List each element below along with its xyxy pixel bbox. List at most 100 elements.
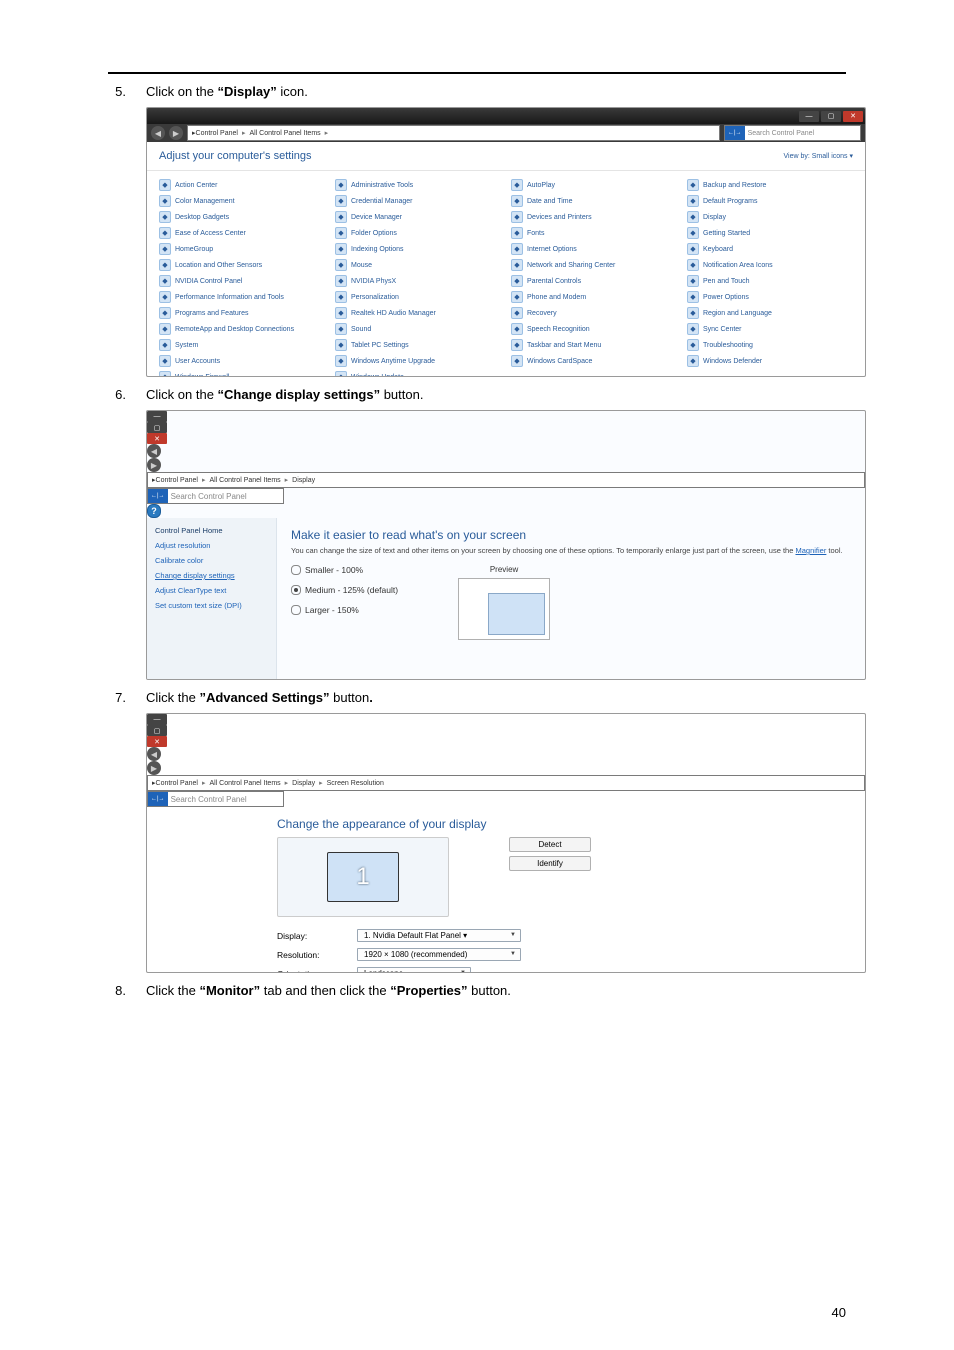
magnifier-link[interactable]: Magnifier xyxy=(795,546,826,555)
dp-sidebar: Control Panel Home Adjust resolution Cal… xyxy=(147,518,277,680)
cp-item[interactable]: ◆Programs and Features xyxy=(159,307,325,319)
cp-item[interactable]: ◆Indexing Options xyxy=(335,243,501,255)
breadcrumb[interactable]: ▸ Control Panel▸ All Control Panel Items… xyxy=(147,472,865,488)
dp-desc: You can change the size of text and othe… xyxy=(291,546,851,555)
cp-item-label: Parental Controls xyxy=(527,278,581,285)
search-input[interactable]: ←|→ Search Control Panel xyxy=(724,125,861,141)
cp-item[interactable]: ◆Administrative Tools xyxy=(335,179,501,191)
cp-item[interactable]: ◆HomeGroup xyxy=(159,243,325,255)
search-input[interactable]: ←|→ Search Control Panel xyxy=(147,791,284,807)
window-max-button[interactable]: ▢ xyxy=(147,422,167,433)
cp-item[interactable]: ◆Color Management xyxy=(159,195,325,207)
cp-item[interactable]: ◆Ease of Access Center xyxy=(159,227,325,239)
cp-item[interactable]: ◆Desktop Gadgets xyxy=(159,211,325,223)
cp-item[interactable]: ◆Getting Started xyxy=(687,227,853,239)
cp-item[interactable]: ◆NVIDIA PhysX xyxy=(335,275,501,287)
nav-fwd-icon[interactable]: ▶ xyxy=(147,761,161,775)
resolution-combobox[interactable]: 1920 × 1080 (recommended) xyxy=(357,948,521,961)
sidebar-change-display-settings[interactable]: Change display settings xyxy=(155,571,268,580)
window-close-button[interactable]: ✕ xyxy=(147,736,167,747)
cp-item[interactable]: ◆Windows Defender xyxy=(687,355,853,367)
nav-back-icon[interactable]: ◀ xyxy=(147,747,161,761)
cp-item[interactable]: ◆User Accounts xyxy=(159,355,325,367)
window-max-button[interactable]: ▢ xyxy=(147,725,167,736)
search-input[interactable]: ←|→ Search Control Panel xyxy=(147,488,284,504)
cp-item[interactable]: ◆Action Center xyxy=(159,179,325,191)
cp-item[interactable]: ◆Tablet PC Settings xyxy=(335,339,501,351)
breadcrumb[interactable]: ▸ Control Panel▸ All Control Panel Items… xyxy=(187,125,720,141)
cp-item[interactable]: ◆Personalization xyxy=(335,291,501,303)
cp-item[interactable]: ◆Recovery xyxy=(511,307,677,319)
nav-fwd-icon[interactable]: ▶ xyxy=(169,126,183,140)
sidebar-adjust-resolution[interactable]: Adjust resolution xyxy=(155,541,268,550)
cp-item[interactable]: ◆RemoteApp and Desktop Connections xyxy=(159,323,325,335)
window-min-button[interactable]: — xyxy=(799,111,819,122)
window-close-button[interactable]: ✕ xyxy=(147,433,167,444)
window-max-button[interactable]: ▢ xyxy=(821,111,841,122)
cp-item[interactable]: ◆Device Manager xyxy=(335,211,501,223)
detect-button[interactable]: Detect xyxy=(509,837,591,852)
cp-item[interactable]: ◆Default Programs xyxy=(687,195,853,207)
nav-back-icon[interactable]: ◀ xyxy=(147,444,161,458)
cp-item[interactable]: ◆Location and Other Sensors xyxy=(159,259,325,271)
cp-item[interactable]: ◆Windows CardSpace xyxy=(511,355,677,367)
cp-item[interactable]: ◆Pen and Touch xyxy=(687,275,853,287)
cp-item[interactable]: ◆Fonts xyxy=(511,227,677,239)
radio-medium[interactable]: Medium - 125% (default) xyxy=(291,585,398,595)
cp-item[interactable]: ◆Speech Recognition xyxy=(511,323,677,335)
preview-box xyxy=(458,578,550,640)
window-min-button[interactable]: — xyxy=(147,411,167,422)
cp-item-label: Windows Anytime Upgrade xyxy=(351,358,435,365)
cp-item[interactable]: ◆AutoPlay xyxy=(511,179,677,191)
display-combobox[interactable]: 1. Nvidia Default Flat Panel ▾ xyxy=(357,929,521,942)
sidebar-cleartype[interactable]: Adjust ClearType text xyxy=(155,586,268,595)
cp-item[interactable]: ◆Phone and Modem xyxy=(511,291,677,303)
cp-item[interactable]: ◆Taskbar and Start Menu xyxy=(511,339,677,351)
sidebar-home[interactable]: Control Panel Home xyxy=(155,526,268,535)
breadcrumb[interactable]: ▸ Control Panel▸ All Control Panel Items… xyxy=(147,775,865,791)
cp-item-icon: ◆ xyxy=(335,355,347,367)
cp-item[interactable]: ◆Region and Language xyxy=(687,307,853,319)
window-close-button[interactable]: ✕ xyxy=(843,111,863,122)
cp-item[interactable]: ◆Network and Sharing Center xyxy=(511,259,677,271)
cp-item[interactable]: ◆Date and Time xyxy=(511,195,677,207)
cp-item[interactable]: ◆Backup and Restore xyxy=(687,179,853,191)
orientation-combobox[interactable]: Landscape xyxy=(357,967,471,973)
cp-item[interactable]: ◆Mouse xyxy=(335,259,501,271)
cp-item[interactable]: ◆NVIDIA Control Panel xyxy=(159,275,325,287)
cp-items-grid: ◆Action Center ◆Administrative Tools ◆Auto… xyxy=(147,171,865,377)
cp-item[interactable]: ◆System xyxy=(159,339,325,351)
cp-item-icon: ◆ xyxy=(687,227,699,239)
cp-item[interactable]: ◆Parental Controls xyxy=(511,275,677,287)
cp-item[interactable]: ◆Realtek HD Audio Manager xyxy=(335,307,501,319)
cp-item[interactable]: ◆Credential Manager xyxy=(335,195,501,207)
cp-item[interactable]: ◆Windows Firewall xyxy=(159,371,325,377)
cp-item[interactable]: ◆Devices and Printers xyxy=(511,211,677,223)
nav-back-icon[interactable]: ◀ xyxy=(151,126,165,140)
cp-item[interactable]: ◆Performance Information and Tools xyxy=(159,291,325,303)
cp-item[interactable]: ◆Troubleshooting xyxy=(687,339,853,351)
cp-item[interactable]: ◆Power Options xyxy=(687,291,853,303)
sidebar-calibrate-color[interactable]: Calibrate color xyxy=(155,556,268,565)
cp-item[interactable]: ◆Internet Options xyxy=(511,243,677,255)
sidebar-custom-dpi[interactable]: Set custom text size (DPI) xyxy=(155,601,268,610)
help-icon[interactable]: ? xyxy=(147,504,161,518)
window-min-button[interactable]: — xyxy=(147,714,167,725)
cp-item-icon: ◆ xyxy=(159,291,171,303)
cp-item[interactable]: ◆Sound xyxy=(335,323,501,335)
cp-item[interactable]: ◆Notification Area Icons xyxy=(687,259,853,271)
radio-smaller[interactable]: Smaller - 100% xyxy=(291,565,398,575)
cp-item[interactable]: ◆Windows Update xyxy=(335,371,501,377)
cp-viewby[interactable]: View by: Small icons ▾ xyxy=(783,152,853,160)
cp-item-icon: ◆ xyxy=(511,211,523,223)
identify-button[interactable]: Identify xyxy=(509,856,591,871)
monitor-1-icon[interactable]: 1 xyxy=(327,852,399,902)
cp-item-label: Region and Language xyxy=(703,310,772,317)
nav-fwd-icon[interactable]: ▶ xyxy=(147,458,161,472)
cp-item[interactable]: ◆Display xyxy=(687,211,853,223)
cp-item[interactable]: ◆Folder Options xyxy=(335,227,501,239)
cp-item[interactable]: ◆Keyboard xyxy=(687,243,853,255)
radio-larger[interactable]: Larger - 150% xyxy=(291,605,398,615)
cp-item[interactable]: ◆Sync Center xyxy=(687,323,853,335)
cp-item[interactable]: ◆ Windows Anytime Upgrade xyxy=(335,355,501,367)
